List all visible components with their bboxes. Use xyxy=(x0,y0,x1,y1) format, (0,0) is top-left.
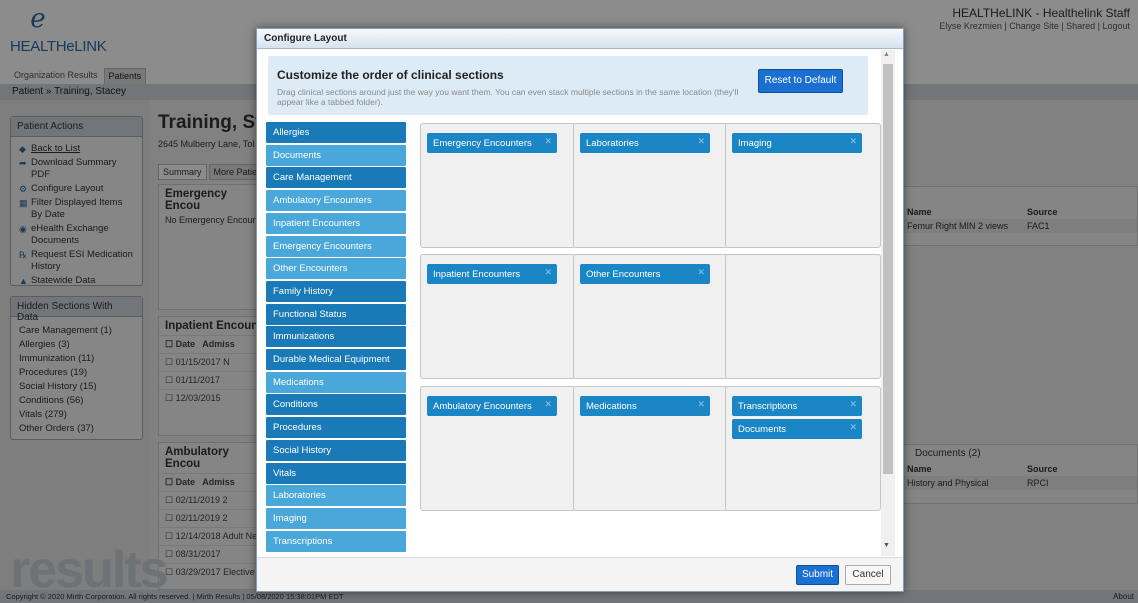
section-list-item[interactable]: Social History xyxy=(266,439,406,461)
layout-chip[interactable]: Ambulatory Encounters ✕ xyxy=(427,396,557,416)
section-list-item[interactable]: Allergies xyxy=(266,122,406,143)
close-icon[interactable]: ✕ xyxy=(849,136,857,147)
close-icon[interactable]: ✕ xyxy=(697,267,705,278)
dialog-body: Customize the order of clinical sections… xyxy=(257,49,903,557)
chip-label: Laboratories xyxy=(586,138,639,149)
section-list-item[interactable]: Family History xyxy=(266,280,406,302)
section-list-item[interactable]: Procedures xyxy=(266,417,406,439)
dialog-scrollbar[interactable]: ▲ ▼ xyxy=(881,50,895,556)
chip-label: Ambulatory Encounters xyxy=(433,401,532,412)
layout-cell[interactable]: Inpatient Encounters ✕ xyxy=(420,254,576,379)
layout-cell[interactable]: Laboratories ✕ xyxy=(573,123,729,248)
close-icon[interactable]: ✕ xyxy=(697,399,705,410)
close-icon[interactable]: ✕ xyxy=(697,136,705,147)
section-list-item[interactable]: Transcriptions xyxy=(266,530,406,552)
layout-chip[interactable]: Laboratories ✕ xyxy=(580,133,710,153)
scroll-down-icon[interactable]: ▼ xyxy=(883,542,890,549)
chip-label: Documents xyxy=(738,424,787,435)
close-icon[interactable]: ✕ xyxy=(544,267,552,278)
instructions-banner: Customize the order of clinical sections… xyxy=(268,56,868,115)
chip-label: Emergency Encounters xyxy=(433,138,532,149)
layout-chip[interactable]: Medications ✕ xyxy=(580,396,710,416)
chip-label: Inpatient Encounters xyxy=(433,269,521,280)
layout-chip[interactable]: Other Encounters ✕ xyxy=(580,264,710,284)
section-list-item[interactable]: Other Encounters xyxy=(266,258,406,280)
chip-label: Imaging xyxy=(738,138,772,149)
section-list-item[interactable]: Ambulatory Encounters xyxy=(266,190,406,212)
section-list-item[interactable]: Medications xyxy=(266,371,406,393)
layout-cell[interactable]: Other Encounters ✕ xyxy=(573,254,729,379)
section-list: Allergies Documents Care Management Ambulat… xyxy=(266,122,407,552)
section-list-item[interactable]: Conditions xyxy=(266,394,406,416)
configure-layout-dialog: Configure Layout Customize the order of … xyxy=(256,28,904,592)
scroll-up-icon[interactable]: ▲ xyxy=(883,51,890,58)
layout-chip[interactable]: Inpatient Encounters ✕ xyxy=(427,264,557,284)
section-list-item[interactable]: Laboratories xyxy=(266,485,406,507)
dialog-footer: Submit Cancel xyxy=(257,557,903,591)
reset-to-default-button[interactable]: Reset to Default xyxy=(758,69,843,93)
close-icon[interactable]: ✕ xyxy=(544,136,552,147)
layout-cell[interactable]: Medications ✕ xyxy=(573,386,729,511)
scroll-thumb[interactable] xyxy=(883,64,893,474)
section-list-item[interactable]: Inpatient Encounters xyxy=(266,212,406,234)
close-icon[interactable]: ✕ xyxy=(849,399,857,410)
chip-label: Transcriptions xyxy=(738,401,798,412)
dialog-title[interactable]: Configure Layout xyxy=(257,29,903,49)
section-list-item[interactable]: Vitals xyxy=(266,462,406,484)
cancel-button[interactable]: Cancel xyxy=(845,565,891,585)
layout-chip[interactable]: Imaging ✕ xyxy=(732,133,862,153)
section-list-item[interactable]: Functional Status xyxy=(266,303,406,325)
layout-chip[interactable]: Documents ✕ xyxy=(732,419,862,439)
close-icon[interactable]: ✕ xyxy=(544,399,552,410)
section-list-item[interactable]: Documents xyxy=(266,144,406,166)
section-list-item[interactable]: Immunizations xyxy=(266,326,406,348)
layout-chip[interactable]: Emergency Encounters ✕ xyxy=(427,133,557,153)
layout-chip[interactable]: Transcriptions ✕ xyxy=(732,396,862,416)
submit-button[interactable]: Submit xyxy=(796,565,839,585)
layout-cell[interactable]: Ambulatory Encounters ✕ xyxy=(420,386,576,511)
layout-cell[interactable] xyxy=(725,254,881,379)
section-list-item[interactable]: Emergency Encounters xyxy=(266,235,406,257)
close-icon[interactable]: ✕ xyxy=(849,422,857,433)
instructions-heading: Customize the order of clinical sections xyxy=(277,68,504,82)
section-list-item[interactable]: Durable Medical Equipment xyxy=(266,349,406,370)
chip-label: Medications xyxy=(586,401,637,412)
section-list-item[interactable]: Imaging xyxy=(266,507,406,529)
section-list-item[interactable]: Care Management xyxy=(266,167,406,189)
layout-cell[interactable]: Emergency Encounters ✕ xyxy=(420,123,576,248)
layout-cell[interactable]: Transcriptions ✕ Documents ✕ xyxy=(725,386,881,511)
chip-label: Other Encounters xyxy=(586,269,661,280)
layout-cell[interactable]: Imaging ✕ xyxy=(725,123,881,248)
instructions-text: Drag clinical sections around just the w… xyxy=(277,87,739,107)
